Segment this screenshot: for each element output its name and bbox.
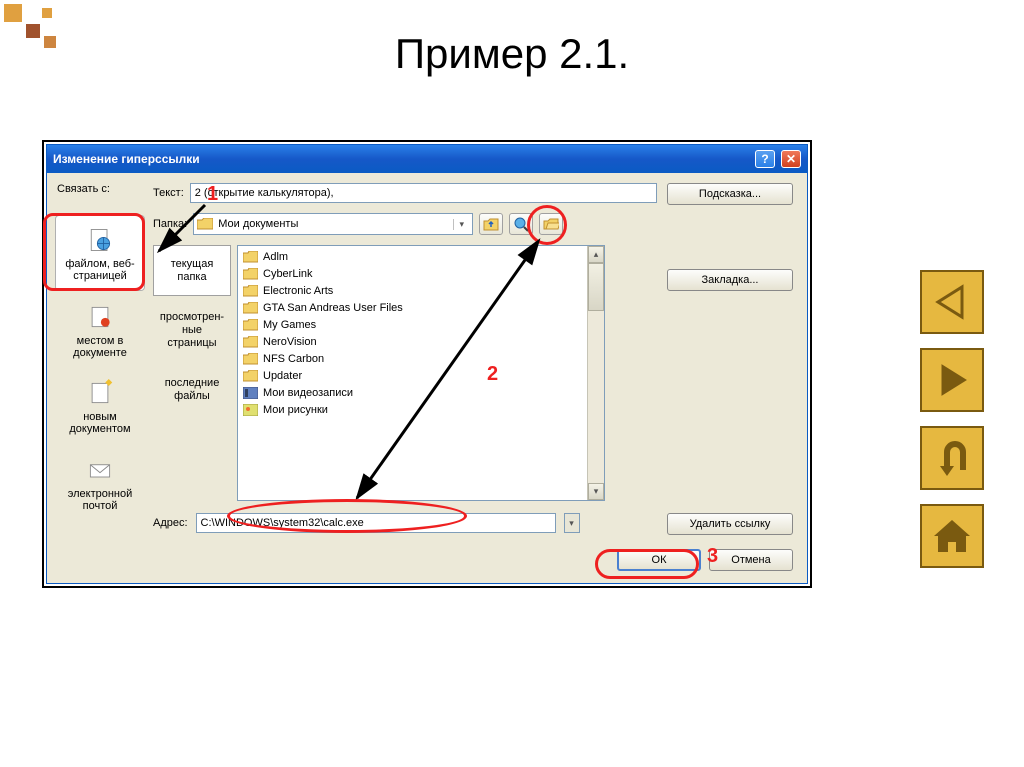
magnifier-globe-icon	[513, 216, 529, 232]
text-label: Текст:	[153, 187, 184, 199]
titlebar: Изменение гиперссылки ? ✕	[47, 145, 807, 173]
list-item: CyberLink	[240, 265, 585, 282]
list-item: Adlm	[240, 248, 585, 265]
list-item: Мои рисунки	[240, 401, 585, 418]
list-item: NFS Carbon	[240, 350, 585, 367]
folder-icon	[243, 353, 258, 365]
u-turn-icon	[932, 438, 972, 478]
chevron-down-icon: ▾	[453, 219, 469, 230]
link-target-file-webpage[interactable]: файлом, веб-страницей	[55, 215, 145, 291]
list-item: GTA San Andreas User Files	[240, 299, 585, 316]
cancel-button[interactable]: Отмена	[709, 549, 793, 571]
browse-web-button[interactable]	[509, 213, 533, 235]
link-target-email[interactable]: электронной почтой	[55, 446, 145, 520]
email-icon	[86, 456, 114, 484]
list-item: Мои видеозаписи	[240, 384, 585, 401]
folder-icon	[243, 319, 258, 331]
link-target-label: местом в документе	[73, 335, 127, 359]
list-item: NeroVision	[240, 333, 585, 350]
file-list[interactable]: Adlm CyberLink Electronic Arts GTA San A…	[238, 246, 587, 500]
nav-next-button[interactable]	[920, 348, 984, 412]
folder-icon	[243, 336, 258, 348]
address-dropdown-button[interactable]: ▾	[564, 513, 580, 533]
list-item: Updater	[240, 367, 585, 384]
bookmark-button[interactable]: Закладка...	[667, 269, 793, 291]
open-folder-icon	[543, 217, 559, 231]
folder-icon	[243, 251, 258, 263]
remove-link-button[interactable]: Удалить ссылку	[667, 513, 793, 535]
prev-icon	[932, 282, 972, 322]
folder-icon	[243, 285, 258, 297]
scroll-down-button[interactable]: ▾	[588, 483, 604, 500]
slide-title: Пример 2.1.	[0, 0, 1024, 98]
hint-button[interactable]: Подсказка...	[667, 183, 793, 205]
folder-dropdown[interactable]: Мои документы ▾	[193, 213, 473, 235]
globe-page-icon	[86, 226, 114, 254]
scroll-thumb[interactable]	[588, 263, 604, 311]
folder-icon	[243, 370, 258, 382]
dialog-screenshot: Изменение гиперссылки ? ✕ Связать с: Тек…	[42, 140, 812, 588]
document-place-icon	[86, 303, 114, 331]
link-target-place-in-doc[interactable]: местом в документе	[55, 293, 145, 367]
link-target-label: новым документом	[69, 411, 130, 435]
address-label: Адрес:	[153, 517, 188, 529]
close-button[interactable]: ✕	[781, 150, 801, 168]
folder-icon	[243, 268, 258, 280]
up-folder-button[interactable]	[479, 213, 503, 235]
ok-button[interactable]: ОК	[617, 549, 701, 571]
scroll-track[interactable]	[588, 263, 604, 483]
new-doc-icon	[86, 379, 114, 407]
folder-icon	[243, 302, 258, 314]
video-icon	[243, 387, 258, 399]
address-input[interactable]	[196, 513, 556, 533]
folder-icon	[197, 218, 213, 231]
list-item: Electronic Arts	[240, 282, 585, 299]
link-target-label: электронной почтой	[68, 488, 133, 512]
nav-recent-files[interactable]: последние файлы	[153, 364, 231, 415]
scroll-up-button[interactable]: ▴	[588, 246, 604, 263]
home-icon	[930, 514, 974, 558]
edit-hyperlink-dialog: Изменение гиперссылки ? ✕ Связать с: Тек…	[46, 144, 808, 584]
help-button[interactable]: ?	[755, 150, 775, 168]
up-folder-icon	[483, 217, 499, 231]
next-icon	[932, 360, 972, 400]
slide-nav	[920, 270, 984, 568]
link-target-label: файлом, веб-страницей	[65, 258, 134, 282]
nav-home-button[interactable]	[920, 504, 984, 568]
nav-current-folder[interactable]: текущая папка	[153, 245, 231, 296]
nav-return-button[interactable]	[920, 426, 984, 490]
nav-prev-button[interactable]	[920, 270, 984, 334]
list-item: My Games	[240, 316, 585, 333]
folder-label: Папка:	[153, 218, 187, 230]
link-target-new-doc[interactable]: новым документом	[55, 369, 145, 443]
link-with-label: Связать с:	[57, 183, 110, 195]
pictures-icon	[243, 404, 258, 416]
file-list-panel: Adlm CyberLink Electronic Arts GTA San A…	[237, 245, 605, 501]
nav-browsed-pages[interactable]: просмотрен-ные страницы	[153, 298, 231, 362]
display-text-input[interactable]	[190, 183, 657, 203]
scrollbar[interactable]: ▴ ▾	[587, 246, 604, 500]
browse-file-button[interactable]	[539, 213, 563, 235]
folder-name: Мои документы	[218, 218, 448, 230]
dialog-title: Изменение гиперссылки	[53, 152, 749, 166]
